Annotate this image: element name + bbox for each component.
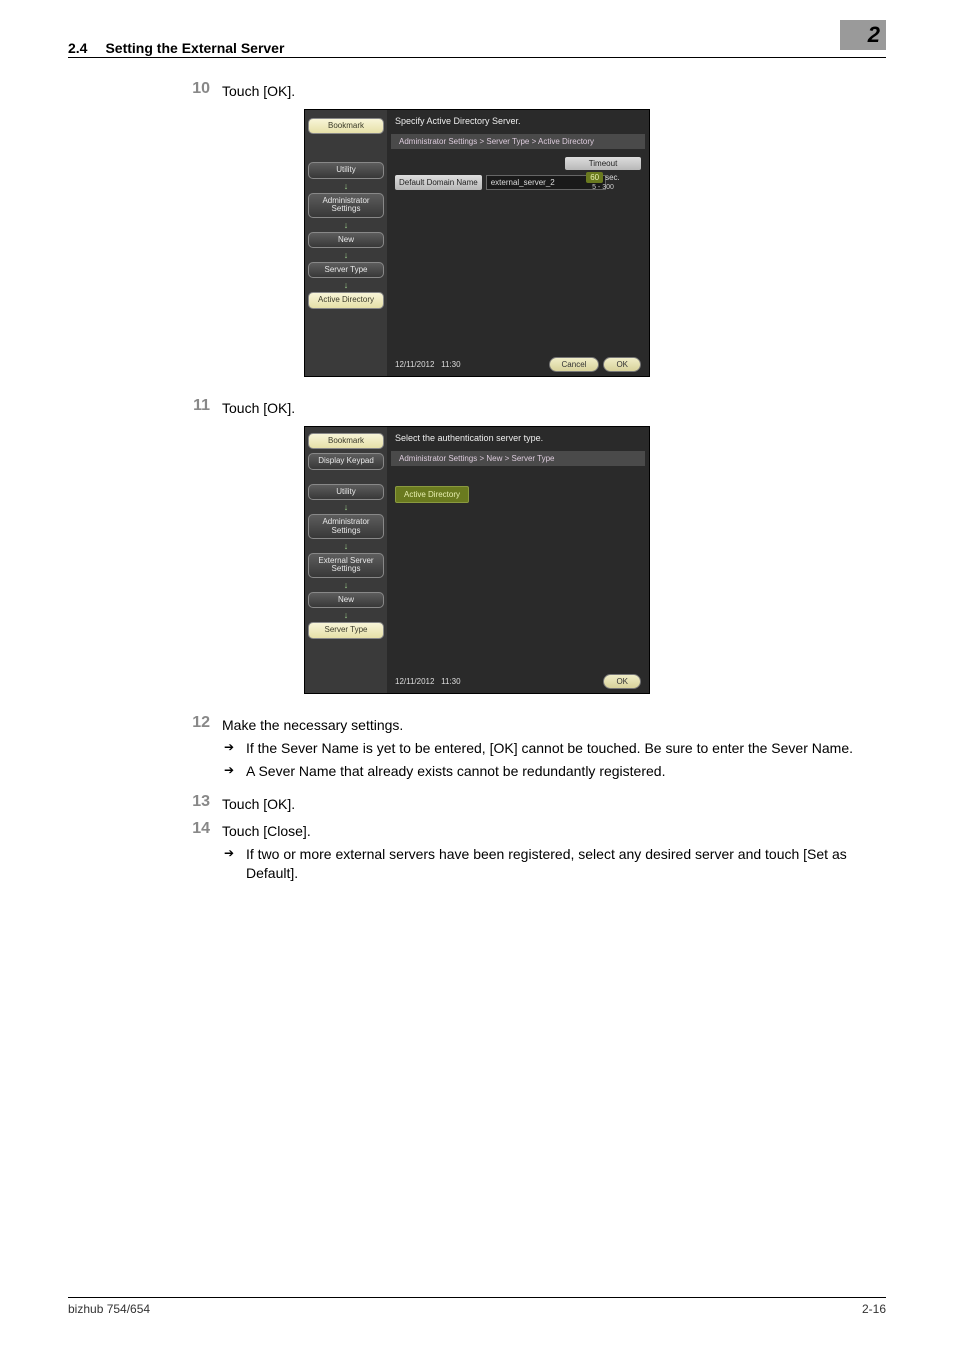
step-number: 13 (168, 793, 222, 812)
nav-server-type[interactable]: Server Type (308, 622, 384, 638)
screenshot-server-type: Bookmark Display Keypad Utility ↓ Admini… (304, 426, 650, 694)
active-directory-option[interactable]: Active Directory (395, 486, 469, 503)
step-number: 10 (168, 80, 222, 99)
ok-button[interactable]: OK (603, 674, 641, 689)
step-bullet: If two or more external servers have bee… (222, 845, 886, 883)
nav-utility[interactable]: Utility (308, 162, 384, 178)
step-11: 11 Touch [OK]. (168, 397, 886, 416)
down-arrow-icon: ↓ (308, 220, 384, 230)
nav-admin-settings[interactable]: Administrator Settings (308, 514, 384, 539)
page-header: 2.4 Setting the External Server (68, 40, 886, 58)
down-arrow-icon: ↓ (308, 250, 384, 260)
step-number: 12 (168, 714, 222, 785)
panel-title: Specify Active Directory Server. (387, 110, 649, 132)
breadcrumb: Administrator Settings > New > Server Ty… (391, 451, 645, 466)
timeout-value[interactable]: 60 (586, 172, 603, 183)
display-keypad-button[interactable]: Display Keypad (308, 453, 384, 469)
nav-new[interactable]: New (308, 232, 384, 248)
down-arrow-icon: ↓ (308, 502, 384, 512)
panel-title: Select the authentication server type. (387, 427, 649, 449)
nav-external-server[interactable]: External Server Settings (308, 553, 384, 578)
nav-server-type[interactable]: Server Type (308, 262, 384, 278)
chapter-number: 2 (868, 22, 880, 48)
footer-page: 2-16 (862, 1302, 886, 1316)
breadcrumb: Administrator Settings > Server Type > A… (391, 134, 645, 149)
step-text: Touch [OK]. (222, 793, 886, 812)
bookmark-button[interactable]: Bookmark (308, 433, 384, 449)
step-text: Touch [OK]. (222, 80, 886, 99)
section-number: 2.4 (68, 40, 87, 56)
step-10: 10 Touch [OK]. (168, 80, 886, 99)
footer-datetime: 12/11/2012 11:30 (395, 360, 461, 369)
timeout-range: 5 - 300 (565, 184, 641, 191)
nav-utility[interactable]: Utility (308, 484, 384, 500)
down-arrow-icon: ↓ (308, 580, 384, 590)
nav-active-directory[interactable]: Active Directory (308, 292, 384, 308)
ok-button[interactable]: OK (603, 357, 641, 372)
bookmark-button[interactable]: Bookmark (308, 118, 384, 134)
step-12: 12 Make the necessary settings. If the S… (168, 714, 886, 785)
step-14: 14 Touch [Close]. If two or more externa… (168, 820, 886, 887)
nav-new[interactable]: New (308, 592, 384, 608)
timeout-header: Timeout (565, 157, 641, 170)
step-text: Make the necessary settings. (222, 717, 886, 733)
down-arrow-icon: ↓ (308, 610, 384, 620)
step-number: 14 (168, 820, 222, 887)
nav-admin-settings[interactable]: Administrator Settings (308, 193, 384, 218)
domain-name-label[interactable]: Default Domain Name (395, 175, 482, 190)
footer-datetime: 12/11/2012 11:30 (395, 677, 461, 686)
step-13: 13 Touch [OK]. (168, 793, 886, 812)
down-arrow-icon: ↓ (308, 181, 384, 191)
step-text: Touch [OK]. (222, 397, 886, 416)
screenshot-active-directory: Bookmark Utility ↓ Administrator Setting… (304, 109, 650, 377)
step-number: 11 (168, 397, 222, 416)
timeout-unit: sec. (605, 173, 620, 182)
step-text: Touch [Close]. (222, 823, 886, 839)
footer-model: bizhub 754/654 (68, 1302, 150, 1316)
step-bullet: A Sever Name that already exists cannot … (222, 762, 886, 781)
down-arrow-icon: ↓ (308, 280, 384, 290)
cancel-button[interactable]: Cancel (549, 357, 600, 372)
page-footer: bizhub 754/654 2-16 (68, 1297, 886, 1316)
section-title: Setting the External Server (105, 40, 886, 56)
down-arrow-icon: ↓ (308, 541, 384, 551)
step-bullet: If the Sever Name is yet to be entered, … (222, 739, 886, 758)
